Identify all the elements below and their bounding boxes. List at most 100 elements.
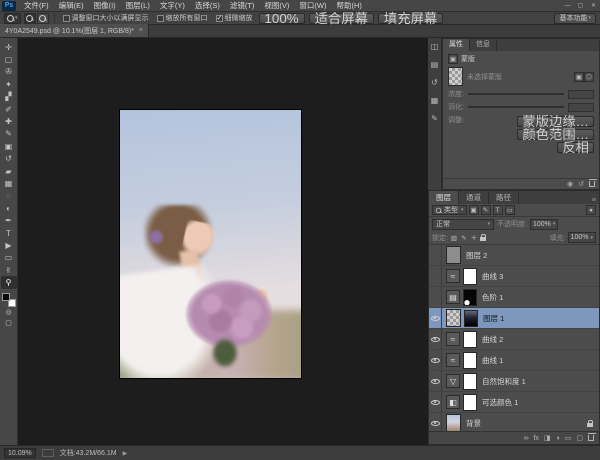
color-range-button[interactable]: 颜色范围…: [517, 129, 594, 140]
visibility-toggle[interactable]: [429, 371, 442, 391]
visibility-toggle[interactable]: [429, 329, 442, 349]
filter-shape-icon[interactable]: ▭: [505, 205, 515, 215]
visibility-toggle[interactable]: [429, 350, 442, 370]
color-swatches[interactable]: [2, 293, 16, 307]
layer-thumbnail[interactable]: [446, 414, 461, 431]
maximize-button[interactable]: ▢: [574, 1, 587, 11]
menu-window[interactable]: 窗口(W): [294, 0, 331, 12]
lock-all-icon[interactable]: [480, 237, 486, 241]
dodge-tool[interactable]: ◐: [1, 202, 17, 214]
blend-mode-select[interactable]: 正常 ▾: [432, 219, 494, 230]
resize-windows-checkbox[interactable]: 调整窗口大小以满屏显示: [63, 13, 149, 23]
selective-color-adjustment-icon[interactable]: ◧: [446, 395, 460, 409]
link-layers-icon[interactable]: ∞: [523, 435, 528, 442]
panel-icon-1[interactable]: ◫: [431, 42, 439, 51]
scrubby-zoom-checkbox[interactable]: 细微缩放: [216, 13, 253, 23]
filter-kind-dropdown[interactable]: 类型 ▾: [432, 205, 467, 215]
tool-preset-dropdown[interactable]: ▾: [4, 13, 21, 24]
history-brush-tool[interactable]: ↺: [1, 153, 17, 165]
menu-type[interactable]: 文字(Y): [155, 0, 190, 12]
layer-name[interactable]: 图层 2: [466, 250, 487, 261]
canvas-area[interactable]: [18, 38, 428, 445]
minimize-button[interactable]: —: [561, 1, 574, 11]
tab-properties[interactable]: 属性: [443, 39, 470, 51]
visibility-toggle[interactable]: [429, 245, 442, 265]
layer-name[interactable]: 曲线 2: [482, 334, 503, 345]
mask-apply-icon[interactable]: ◉: [567, 180, 573, 188]
layer-mask-thumbnail[interactable]: [463, 331, 477, 348]
new-layer-icon[interactable]: ▢: [576, 434, 583, 442]
clone-stamp-tool[interactable]: ▣: [1, 140, 17, 152]
layer-mask-thumbnail[interactable]: [463, 373, 477, 390]
layer-row-layer-2[interactable]: 图层 2: [429, 245, 599, 266]
layer-row-curves-1[interactable]: ≈ 曲线 1: [429, 350, 599, 371]
move-tool[interactable]: ✛: [1, 41, 17, 53]
curves-adjustment-icon[interactable]: ≈: [446, 353, 460, 367]
zoom-level-field[interactable]: 10.09%: [4, 448, 36, 458]
opacity-dropdown[interactable]: 100% ▾: [530, 219, 558, 230]
density-slider[interactable]: [468, 93, 564, 95]
layer-thumbnail[interactable]: [446, 246, 461, 264]
panel-icon-2[interactable]: ▤: [431, 60, 439, 69]
layer-mask-thumbnail[interactable]: [463, 394, 477, 411]
layer-name[interactable]: 图层 1: [483, 313, 504, 324]
layer-row-vibrance-1[interactable]: ▽ 自然饱和度 1: [429, 371, 599, 392]
photo-document[interactable]: [120, 110, 301, 378]
panel-icon-4[interactable]: ▦: [431, 96, 439, 105]
layer-name[interactable]: 曲线 1: [482, 355, 503, 366]
tab-channels[interactable]: 通道: [459, 191, 489, 204]
layer-mask-thumbnail[interactable]: [463, 289, 477, 306]
delete-mask-icon[interactable]: [589, 181, 595, 187]
feather-value-box[interactable]: [568, 103, 594, 112]
hand-tool[interactable]: ✌: [1, 264, 17, 276]
filter-toggle-icon[interactable]: ●: [586, 205, 596, 215]
zoom-all-windows-checkbox[interactable]: 缩放所有窗口: [157, 13, 208, 23]
new-adjustment-layer-icon[interactable]: ◑: [556, 435, 560, 442]
menu-select[interactable]: 选择(S): [190, 0, 225, 12]
invert-button[interactable]: 反相: [557, 142, 594, 153]
tab-paths[interactable]: 路径: [489, 191, 519, 204]
screen-mode-button[interactable]: ▢: [1, 318, 17, 329]
curves-adjustment-icon[interactable]: ≈: [446, 269, 460, 283]
panel-icon-3[interactable]: ↺: [431, 78, 438, 87]
path-selection-tool[interactable]: ▶: [1, 239, 17, 251]
fill-screen-button[interactable]: 填充屏幕: [378, 13, 443, 24]
density-value-box[interactable]: [568, 90, 594, 99]
shape-tool[interactable]: ▭: [1, 252, 17, 264]
document-tab[interactable]: 4Y0A2549.psd @ 10.1%(图层 1, RGB/8)* ×: [0, 24, 149, 37]
layer-mask-thumbnail[interactable]: [464, 310, 478, 327]
layer-row-curves-2[interactable]: ≈ 曲线 2: [429, 329, 599, 350]
menu-view[interactable]: 视图(V): [259, 0, 294, 12]
lock-position-icon[interactable]: ✛: [470, 234, 478, 242]
filter-pixel-icon[interactable]: ▣: [469, 205, 479, 215]
delete-layer-icon[interactable]: [588, 435, 594, 441]
mask-disable-icon[interactable]: ↺: [578, 180, 584, 188]
layer-row-levels-1[interactable]: ▤ 色阶 1: [429, 287, 599, 308]
pen-tool[interactable]: ✒: [1, 214, 17, 226]
visibility-toggle[interactable]: [429, 413, 442, 431]
foreground-color-swatch[interactable]: [2, 293, 10, 301]
layer-name[interactable]: 自然饱和度 1: [482, 376, 526, 387]
eyedropper-tool[interactable]: ✐: [1, 103, 17, 115]
zoom-out-toggle[interactable]: [37, 13, 49, 24]
layer-name[interactable]: 色阶 1: [482, 292, 503, 303]
gradient-tool[interactable]: ▦: [1, 177, 17, 189]
filter-type-icon[interactable]: T: [493, 205, 503, 215]
add-mask-icon[interactable]: ◨: [544, 434, 551, 442]
visibility-toggle[interactable]: [429, 392, 442, 412]
feather-slider[interactable]: [468, 106, 564, 108]
status-arrow-icon[interactable]: ▶: [123, 450, 128, 457]
layer-row-layer-1[interactable]: 图层 1: [429, 308, 599, 329]
filter-adjustment-icon[interactable]: ✎: [481, 205, 491, 215]
fit-screen-button[interactable]: 适合屏幕: [309, 13, 374, 24]
tab-layers[interactable]: 图层: [429, 191, 459, 204]
crop-tool[interactable]: ▞: [1, 91, 17, 103]
menu-image[interactable]: 图像(I): [89, 0, 121, 12]
eraser-tool[interactable]: ▰: [1, 165, 17, 177]
panel-icon-5[interactable]: ✎: [431, 114, 438, 123]
add-vector-mask-icon[interactable]: ⬠: [584, 72, 594, 82]
blur-tool[interactable]: ◌: [1, 190, 17, 202]
menu-edit[interactable]: 编辑(E): [54, 0, 89, 12]
close-tab-icon[interactable]: ×: [139, 27, 143, 34]
layer-style-icon[interactable]: fx: [533, 435, 538, 442]
